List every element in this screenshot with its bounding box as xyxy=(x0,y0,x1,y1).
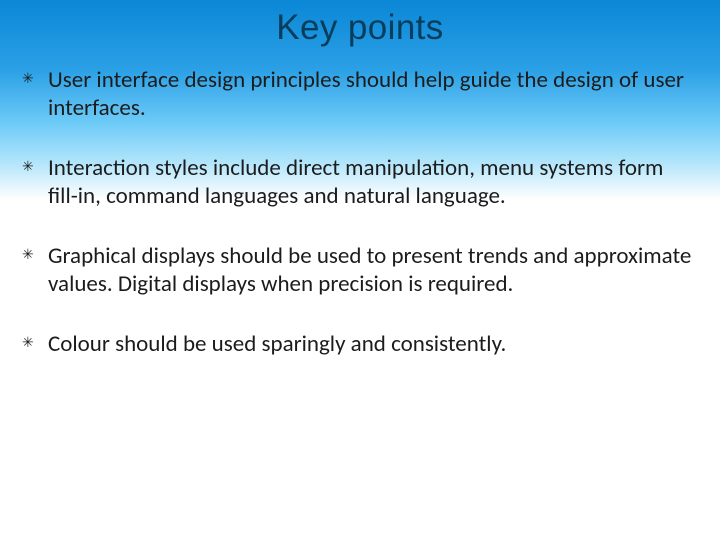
slide-title: Key points xyxy=(26,8,694,48)
list-item: Colour should be used sparingly and cons… xyxy=(26,330,694,358)
list-item: User interface design principles should … xyxy=(26,66,694,122)
list-item: Graphical displays should be used to pre… xyxy=(26,242,694,298)
slide-content: Key points User interface design princip… xyxy=(0,0,720,358)
list-item: Interaction styles include direct manipu… xyxy=(26,154,694,210)
bullet-list: User interface design principles should … xyxy=(26,66,694,358)
